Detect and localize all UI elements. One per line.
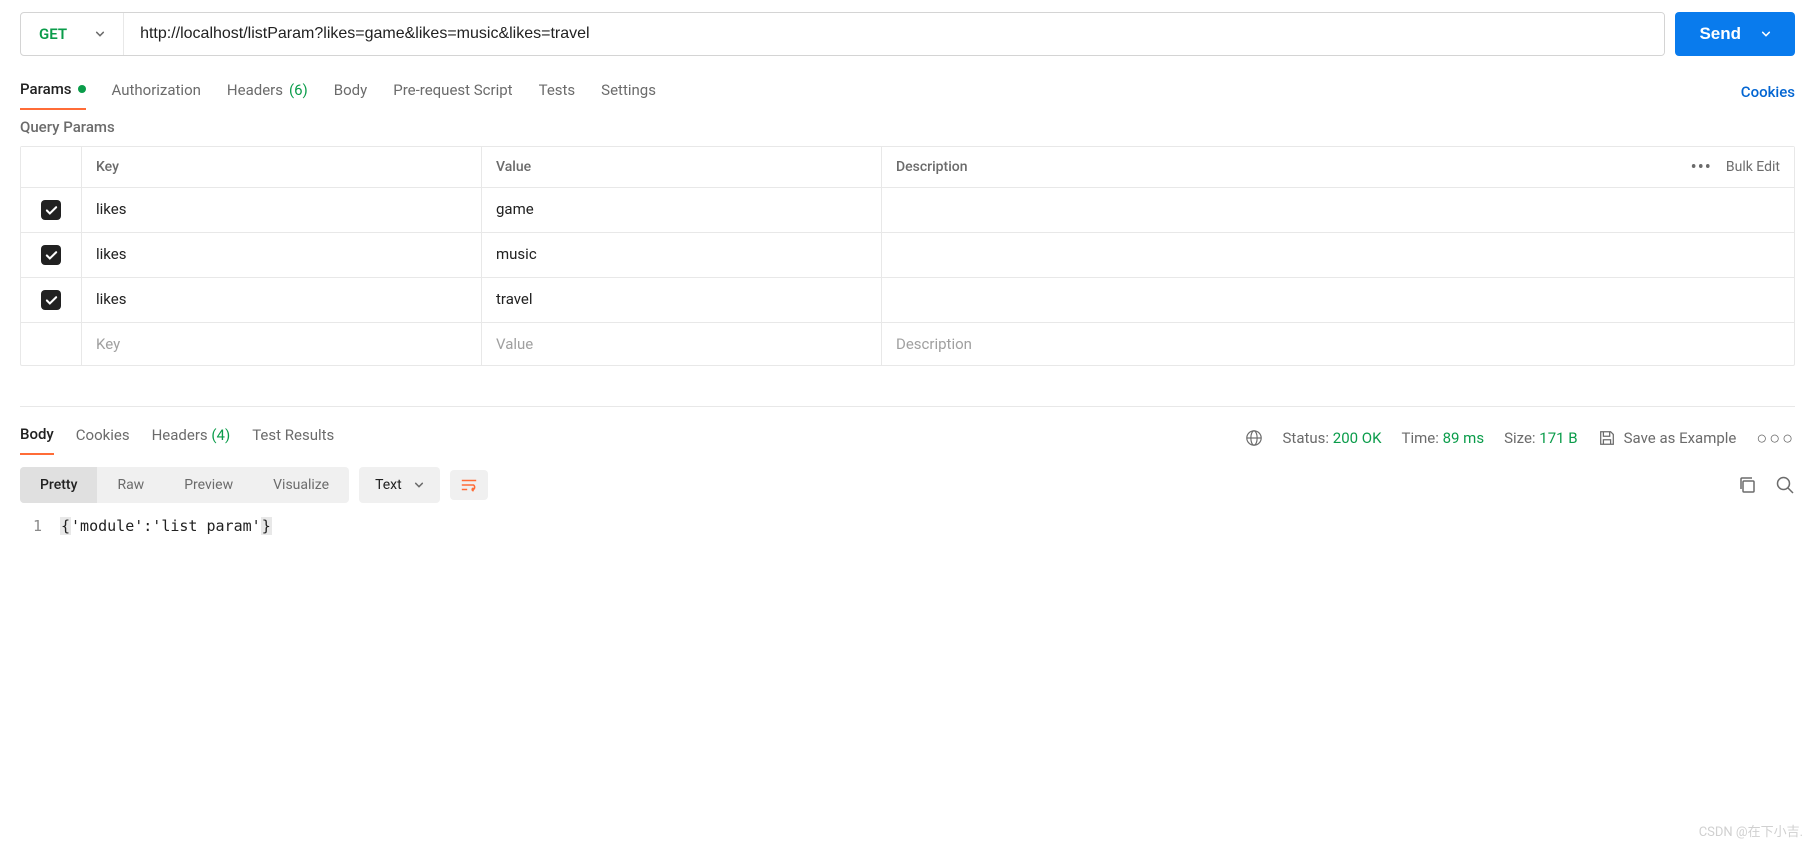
table-row: likes game xyxy=(21,188,1794,233)
size-label: Size: xyxy=(1504,429,1535,447)
format-label: Text xyxy=(375,477,402,493)
response-toolbar: Pretty Raw Preview Visualize Text xyxy=(20,467,1795,503)
tab-settings[interactable]: Settings xyxy=(601,75,656,109)
tab-count: (6) xyxy=(289,81,308,99)
row-checkbox[interactable] xyxy=(41,290,61,310)
response-body: 1 {'module':'list param'} xyxy=(20,511,1795,541)
tab-authorization[interactable]: Authorization xyxy=(112,75,201,109)
time-value: 89 ms xyxy=(1443,429,1484,447)
placeholder-key[interactable]: Key xyxy=(81,323,481,365)
tab-body[interactable]: Body xyxy=(334,75,367,109)
tab-label: Params xyxy=(20,80,72,98)
table-row: likes travel xyxy=(21,278,1794,323)
watermark: CSDN @在下小吉. xyxy=(1699,821,1803,840)
tab-pre-request-script[interactable]: Pre-request Script xyxy=(393,75,512,109)
send-button[interactable]: Send xyxy=(1675,12,1795,56)
table-row-placeholder: Key Value Description xyxy=(21,323,1794,365)
cell-description[interactable] xyxy=(881,233,1794,277)
view-tab-raw[interactable]: Raw xyxy=(97,467,164,503)
tab-headers[interactable]: Headers (6) xyxy=(227,75,308,109)
copy-icon[interactable] xyxy=(1737,475,1757,495)
response-tab-test-results[interactable]: Test Results xyxy=(252,422,334,454)
response-line: 1 {'module':'list param'} xyxy=(20,517,1795,535)
time-group: Time: 89 ms xyxy=(1402,429,1485,447)
cell-value[interactable]: travel xyxy=(481,278,881,322)
cell-value[interactable]: music xyxy=(481,233,881,277)
placeholder-value[interactable]: Value xyxy=(481,323,881,365)
query-params-table: Key Value Description ••• Bulk Edit like… xyxy=(20,146,1795,366)
tab-params[interactable]: Params xyxy=(20,74,86,110)
row-checkbox[interactable] xyxy=(41,245,61,265)
format-select[interactable]: Text xyxy=(359,467,440,503)
query-params-title: Query Params xyxy=(20,118,1795,136)
status-group: Status: 200 OK xyxy=(1283,429,1382,447)
response-tab-headers[interactable]: Headers (4) xyxy=(152,422,231,454)
status-dot-icon xyxy=(78,85,86,93)
more-horizontal-icon[interactable]: ○○○ xyxy=(1756,428,1795,449)
wrap-lines-button[interactable] xyxy=(450,470,488,500)
view-tab-visualize[interactable]: Visualize xyxy=(253,467,349,503)
cell-key[interactable]: likes xyxy=(81,188,481,232)
table-row: likes music xyxy=(21,233,1794,278)
view-tab-pretty[interactable]: Pretty xyxy=(20,467,97,503)
response-tab-cookies[interactable]: Cookies xyxy=(76,422,130,454)
status-value: 200 OK xyxy=(1333,429,1382,447)
cell-description[interactable] xyxy=(881,188,1794,232)
tab-label: Headers xyxy=(152,426,208,444)
line-content[interactable]: {'module':'list param'} xyxy=(60,517,272,535)
cell-key[interactable]: likes xyxy=(81,278,481,322)
chevron-down-icon xyxy=(414,480,424,490)
bulk-edit-link[interactable]: Bulk Edit xyxy=(1726,159,1780,175)
line-number: 1 xyxy=(20,517,60,535)
row-checkbox[interactable] xyxy=(41,200,61,220)
globe-icon[interactable] xyxy=(1245,429,1263,447)
header-value: Value xyxy=(481,147,881,187)
size-value: 171 B xyxy=(1539,429,1577,447)
cell-value[interactable]: game xyxy=(481,188,881,232)
send-button-label: Send xyxy=(1699,24,1741,44)
placeholder-description[interactable]: Description xyxy=(881,323,1794,365)
http-method-select[interactable]: GET xyxy=(21,13,124,55)
cell-key[interactable]: likes xyxy=(81,233,481,277)
save-icon xyxy=(1598,429,1616,447)
more-options-icon[interactable]: ••• xyxy=(1691,157,1712,178)
cell-description[interactable] xyxy=(881,278,1794,322)
header-key: Key xyxy=(81,147,481,187)
response-section: Body Cookies Headers (4) Test Results St… xyxy=(20,406,1795,541)
chevron-down-icon xyxy=(1761,29,1771,39)
save-as-example-button[interactable]: Save as Example xyxy=(1598,429,1737,447)
response-status-area: Status: 200 OK Time: 89 ms Size: 171 B S… xyxy=(1245,428,1796,449)
body-text: 'module':'list param' xyxy=(71,517,261,535)
search-icon[interactable] xyxy=(1775,475,1795,495)
http-method-label: GET xyxy=(39,25,67,43)
tab-label: Headers xyxy=(227,81,283,99)
method-url-group: GET xyxy=(20,12,1665,56)
header-description: Description xyxy=(881,147,1654,187)
response-tabs: Body Cookies Headers (4) Test Results St… xyxy=(20,421,1795,455)
request-tabs: Params Authorization Headers (6) Body Pr… xyxy=(20,74,1795,110)
tab-tests[interactable]: Tests xyxy=(539,75,576,109)
view-tab-preview[interactable]: Preview xyxy=(164,467,253,503)
response-tab-body[interactable]: Body xyxy=(20,421,54,455)
cookies-link[interactable]: Cookies xyxy=(1741,83,1795,101)
view-mode-tabs: Pretty Raw Preview Visualize xyxy=(20,467,349,503)
status-label: Status: xyxy=(1283,429,1330,447)
time-label: Time: xyxy=(1402,429,1439,447)
url-input[interactable] xyxy=(124,13,1664,55)
save-example-label: Save as Example xyxy=(1624,429,1737,447)
tab-count: (4) xyxy=(211,426,230,444)
request-bar: GET Send xyxy=(20,12,1795,56)
chevron-down-icon xyxy=(95,29,105,39)
size-group: Size: 171 B xyxy=(1504,429,1578,447)
table-header: Key Value Description ••• Bulk Edit xyxy=(21,147,1794,188)
